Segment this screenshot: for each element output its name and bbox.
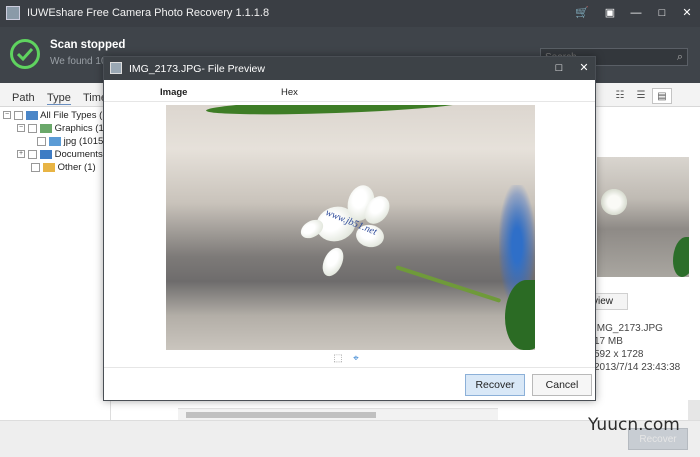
preview-tabs: Image Hex (104, 80, 595, 102)
photo-flower (296, 177, 416, 287)
graphics-icon (40, 123, 52, 133)
scan-status-subtitle: We found 10 (50, 56, 107, 67)
maximize-icon[interactable]: □ (551, 61, 567, 76)
app-logo-icon (6, 6, 20, 20)
scan-status-title: Scan stopped (50, 39, 126, 51)
image-file-icon (110, 62, 122, 74)
dimensions-info: 592 x 1728 (594, 349, 644, 360)
expand-icon[interactable]: + (17, 150, 25, 159)
tree-item-label: All File Types (10 (40, 110, 113, 121)
success-check-icon (10, 39, 40, 69)
preview-thumbnail (597, 157, 689, 277)
collapse-icon[interactable]: − (3, 111, 11, 120)
checkbox[interactable] (28, 149, 37, 159)
recover-button[interactable]: Recover (465, 374, 525, 396)
preview-photo: www.jb51.net (166, 105, 535, 350)
flower-petal (318, 244, 348, 280)
tab-path[interactable]: Path (12, 92, 35, 104)
actual-size-icon[interactable]: ⌖ (350, 353, 362, 365)
tree-item-all-types[interactable]: − All File Types (10 (3, 110, 113, 123)
tree-item-other[interactable]: Other (1) (28, 162, 96, 175)
folder-icon (43, 162, 55, 172)
jpg-icon (49, 136, 61, 146)
flower-thumbnail-detail (601, 189, 627, 215)
tree-item-label: Graphics (10 (54, 123, 110, 134)
maximize-icon[interactable]: □ (654, 5, 670, 21)
minimize-icon[interactable]: — (628, 5, 644, 21)
tree-item-label: Other (1) (57, 162, 96, 173)
detail-view-icon[interactable]: ▤ (652, 88, 672, 104)
date-info: 2013/7/14 23:43:38 (594, 362, 681, 373)
image-preview-stage: www.jb51.net ⬚ ⌖ (104, 102, 595, 368)
site-watermark: Yuucn.com (588, 415, 680, 435)
menu-icon[interactable]: ▣ (602, 5, 618, 21)
cart-icon[interactable]: 🛒 (574, 5, 590, 21)
vertical-scrollbar[interactable] (688, 400, 700, 420)
horizontal-scrollbar[interactable] (178, 408, 498, 420)
file-type-tree: − All File Types (10 − Graphics (10 jpg … (0, 107, 113, 420)
tree-item-jpg[interactable]: jpg (1015 (34, 136, 103, 149)
tree-item-label: Documents (54, 149, 103, 160)
tab-image[interactable]: Image (160, 87, 187, 98)
file-preview-dialog: IMG_2173.JPG- File Preview □ ✕ Image Hex… (103, 56, 596, 401)
scrollbar-thumb[interactable] (186, 412, 376, 418)
tab-hex[interactable]: Hex (281, 87, 298, 98)
document-icon (40, 149, 52, 159)
collapse-icon[interactable]: − (17, 124, 25, 133)
cancel-button[interactable]: Cancel (532, 374, 592, 396)
photo-leaf-top (205, 105, 467, 118)
checkbox[interactable] (28, 123, 37, 133)
leaf-thumbnail-detail (673, 237, 689, 277)
dialog-title: IMG_2173.JPG- File Preview (129, 63, 265, 75)
close-icon[interactable]: ✕ (679, 5, 695, 21)
list-view-icon[interactable]: ☰ (631, 88, 651, 104)
thumbnail-view-icon[interactable]: ☷ (610, 88, 630, 104)
computer-icon (26, 110, 38, 120)
tab-type[interactable]: Type (47, 92, 71, 105)
search-icon[interactable]: ⌕ (677, 51, 683, 64)
dialog-footer: Recover Cancel (104, 368, 595, 400)
app-titlebar: IUWEshare Free Camera Photo Recovery 1.1… (0, 0, 700, 27)
dialog-titlebar: IMG_2173.JPG- File Preview □ ✕ (104, 57, 595, 80)
tree-item-graphics[interactable]: − Graphics (10 (17, 123, 109, 136)
checkbox[interactable] (31, 162, 40, 172)
tree-item-label: jpg (1015 (63, 136, 104, 147)
checkbox[interactable] (37, 136, 46, 146)
fit-to-window-icon[interactable]: ⬚ (332, 353, 344, 365)
file-name-info: IMG_2173.JPG (594, 323, 663, 334)
tree-item-documents[interactable]: + Documents (17, 149, 103, 162)
file-size-info: 17 MB (594, 336, 623, 347)
app-title: IUWEshare Free Camera Photo Recovery 1.1… (27, 7, 270, 19)
close-icon[interactable]: ✕ (576, 61, 592, 76)
zoom-tools: ⬚ ⌖ (332, 353, 372, 365)
checkbox[interactable] (14, 110, 23, 120)
